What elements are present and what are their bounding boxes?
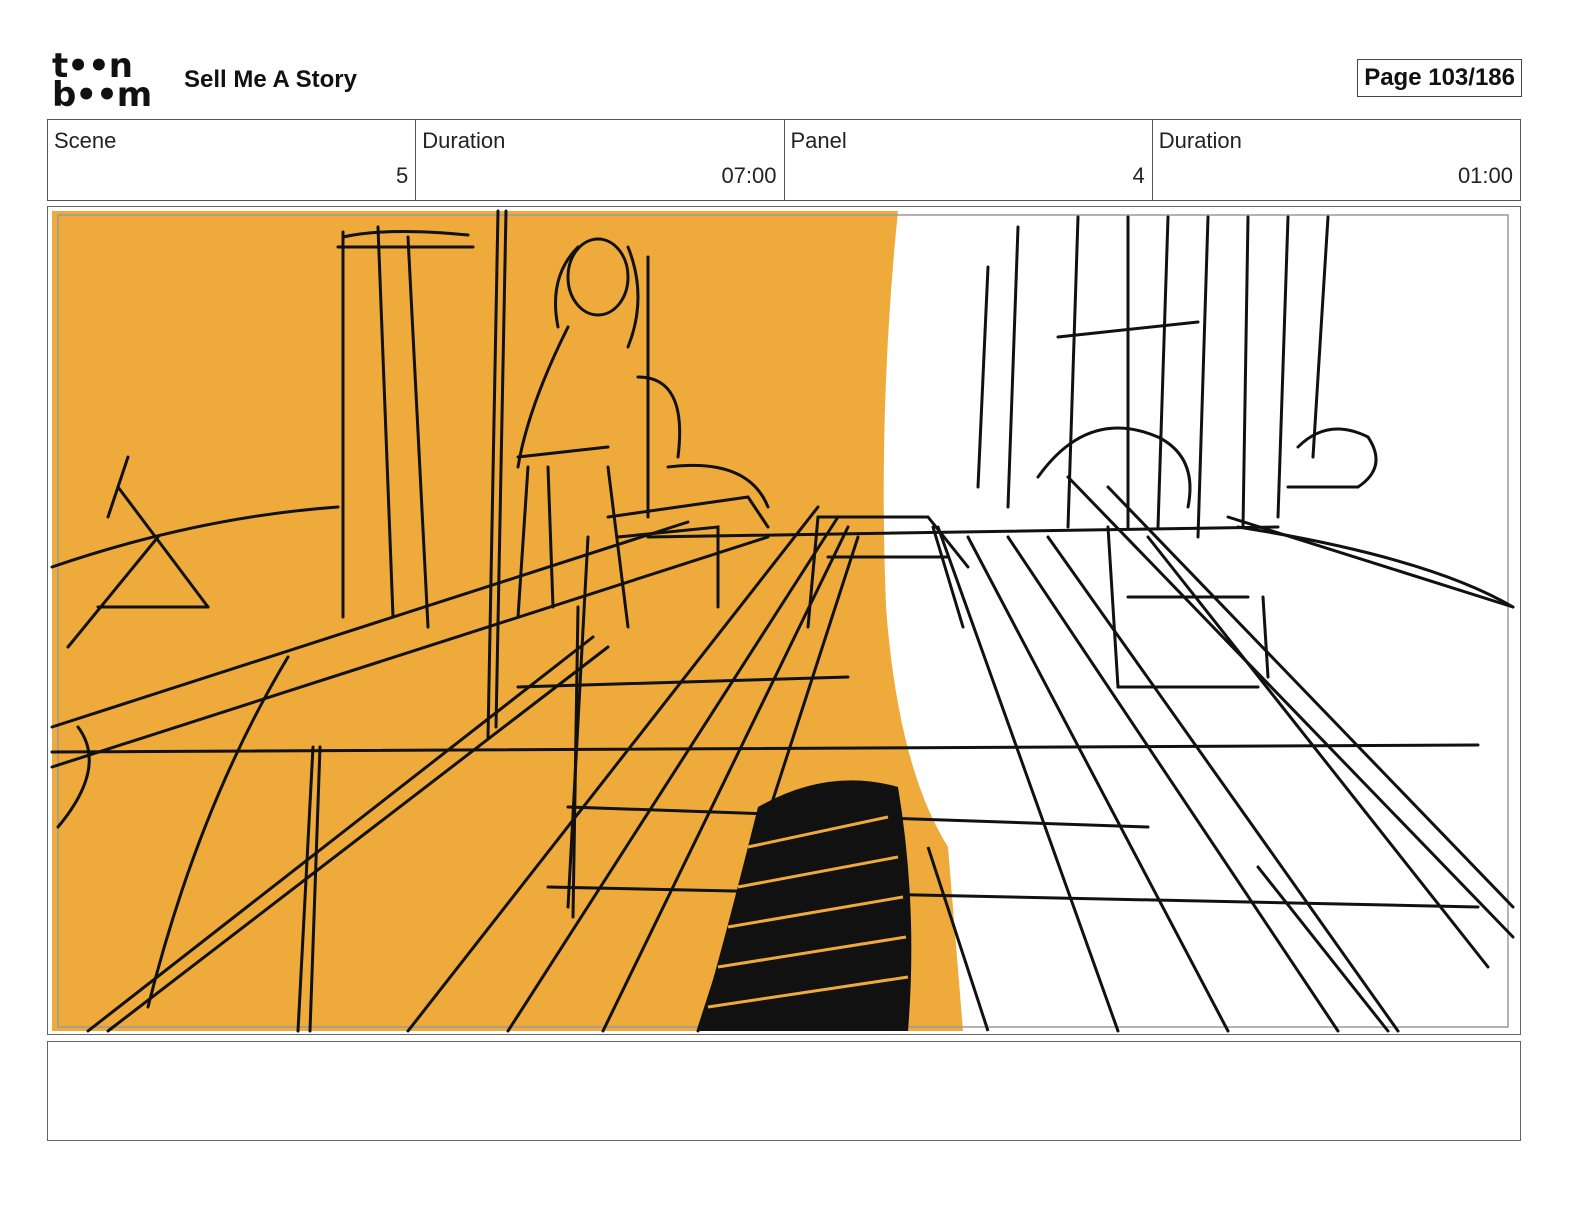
panel-value: 4 <box>1132 163 1145 188</box>
scene-duration-value: 07:00 <box>721 163 777 188</box>
page-number: Page 103/186 <box>1357 59 1522 97</box>
scene-info-table: Scene 5 Duration 07:00 Panel 4 Duration … <box>47 119 1521 201</box>
panel-cell: Panel 4 <box>785 120 1153 200</box>
toonboom-logo: t••n b••m <box>52 49 164 115</box>
panel-notes-box <box>47 1041 1521 1141</box>
scene-cell: Scene 5 <box>48 120 417 200</box>
scene-value: 5 <box>396 163 409 188</box>
panel-duration-cell: Duration 01:00 <box>1153 120 1520 200</box>
panel-duration-value: 01:00 <box>1457 163 1513 188</box>
scene-label: Scene <box>54 128 117 153</box>
page-header: t••n b••m Sell Me A Story Page 103/186 <box>52 49 1522 115</box>
storyboard-panel <box>47 206 1521 1035</box>
sketch-drawing <box>50 209 1515 1033</box>
panel-label: Panel <box>790 128 847 153</box>
scene-duration-cell: Duration 07:00 <box>416 120 785 200</box>
project-title: Sell Me A Story <box>184 66 357 93</box>
scene-duration-label: Duration <box>422 128 506 153</box>
logo-line-bottom: b••m <box>52 75 152 115</box>
panel-duration-label: Duration <box>1158 128 1242 153</box>
